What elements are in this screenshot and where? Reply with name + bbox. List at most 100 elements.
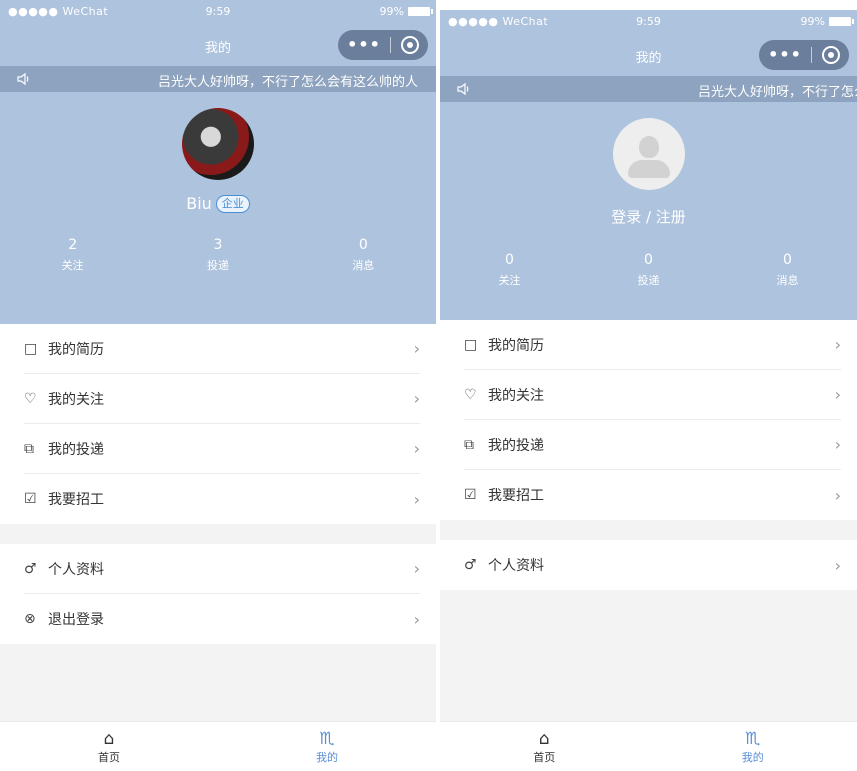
stat-delivered[interactable]: 3 投递	[145, 237, 290, 273]
chevron-right-icon: ›	[834, 335, 841, 354]
menu-item-deliveries[interactable]: ⧉ 我的投递 ›	[464, 420, 841, 470]
stat-label: 投递	[206, 259, 229, 272]
avatar[interactable]	[182, 108, 254, 180]
login-register-link[interactable]: 登录 / 注册	[440, 206, 857, 227]
chevron-right-icon: ›	[834, 385, 841, 404]
user-silhouette-icon	[638, 136, 659, 158]
stat-value: 0	[358, 237, 368, 253]
stat-follow[interactable]: 0 关注	[440, 252, 579, 288]
resume-icon: □	[24, 340, 38, 357]
cart-icon: ⧉	[464, 436, 474, 453]
stat-messages[interactable]: 0 消息	[291, 237, 436, 273]
user-silhouette-body	[627, 160, 670, 178]
menu-item-label: 我的简历	[488, 337, 544, 354]
menu-group-main: □ 我的简历 › ♡ 我的关注 › ⧉ 我的投递 › ☑ 我要招工 ›	[0, 324, 436, 524]
battery-icon	[829, 17, 854, 26]
stat-value: 0	[505, 252, 514, 268]
menu-item-label: 个人资料	[488, 558, 544, 574]
miniprogram-capsule: •••	[759, 40, 849, 70]
stat-label: 消息	[352, 259, 375, 272]
menu-item-logout[interactable]: ⊗ 退出登录 ›	[24, 594, 420, 644]
target-icon	[400, 36, 419, 54]
stats-row: 0 关注 0 投递 0 消息	[440, 252, 857, 288]
menu-item-label: 个人资料	[48, 561, 104, 578]
chevron-right-icon: ›	[834, 435, 841, 454]
home-icon: ⌂	[103, 728, 115, 749]
notice-bar: 吕光大人好帅呀，不行了怎么会有这么帅的人	[0, 66, 436, 92]
cart-icon: ⧉	[24, 440, 34, 457]
notice-text: 吕光大人好帅呀，不行了怎么会有这么帅的人	[698, 85, 857, 100]
stat-delivered[interactable]: 0 投递	[579, 252, 718, 288]
user-icon: ♂	[464, 557, 477, 573]
tab-mine[interactable]: ♏ 我的	[218, 722, 436, 771]
tab-bar: ⌂ 首页 ♏ 我的	[440, 721, 857, 771]
chevron-right-icon: ›	[413, 609, 420, 629]
menu-item-following[interactable]: ♡ 我的关注 ›	[24, 374, 420, 424]
menu-item-deliveries[interactable]: ⧉ 我的投递 ›	[24, 424, 420, 474]
battery-percent: 99%	[379, 5, 404, 18]
chevron-right-icon: ›	[834, 555, 841, 575]
default-avatar[interactable]	[612, 118, 685, 190]
stat-label: 关注	[498, 274, 521, 287]
menu-item-label: 我的投递	[488, 437, 544, 454]
chevron-right-icon: ›	[413, 489, 420, 509]
people-icon: ♏	[745, 728, 761, 749]
heart-icon: ♡	[24, 390, 37, 407]
close-circle-icon: ⊗	[24, 611, 36, 627]
stat-label: 关注	[61, 259, 84, 272]
chevron-right-icon: ›	[413, 439, 420, 458]
menu-item-hire[interactable]: ☑ 我要招工 ›	[464, 470, 841, 520]
enterprise-badge: 企业	[215, 195, 250, 213]
menu-item-label: 我的关注	[48, 391, 104, 408]
checkbox-icon: ☑	[24, 491, 37, 507]
profile-header: 登录 / 注册 0 关注 0 投递 0 消息	[440, 102, 857, 320]
resume-icon: □	[464, 336, 478, 353]
speaker-icon	[456, 81, 472, 101]
profile-header: Biu 企业 2 关注 3 投递 0 消息	[0, 92, 436, 324]
tab-home[interactable]: ⌂ 首页	[440, 722, 649, 771]
menu-item-profile[interactable]: ♂ 个人资料 ›	[24, 544, 420, 594]
miniprogram-capsule: •••	[338, 30, 428, 60]
phone-screen-logged-out: ●●●●● WeChat 9:59 99% 我的 ••• 吕光大人好帅呀，不行了…	[440, 10, 857, 771]
username: Biu	[186, 194, 212, 213]
status-time: 9:59	[636, 15, 661, 28]
chevron-right-icon: ›	[413, 559, 420, 578]
more-menu-button[interactable]: •••	[759, 40, 811, 70]
home-icon: ⌂	[538, 728, 550, 749]
more-menu-button[interactable]: •••	[338, 30, 390, 60]
stat-value: 3	[213, 237, 223, 253]
stat-follow[interactable]: 2 关注	[0, 237, 145, 273]
battery-indicator: 99%	[379, 5, 433, 18]
tab-label: 我的	[316, 750, 338, 764]
menu-item-label: 我要招工	[48, 492, 104, 508]
menu-item-following[interactable]: ♡ 我的关注 ›	[464, 370, 841, 420]
menu-item-resume[interactable]: □ 我的简历 ›	[464, 320, 841, 370]
menu-group-main: □ 我的简历 › ♡ 我的关注 › ⧉ 我的投递 › ☑ 我要招工 ›	[440, 320, 857, 520]
status-bar: ●●●●● WeChat 9:59 99%	[440, 10, 857, 34]
tab-home[interactable]: ⌂ 首页	[0, 722, 218, 771]
menu-item-resume[interactable]: □ 我的简历 ›	[24, 324, 420, 374]
speaker-icon	[16, 71, 32, 91]
menu-item-hire[interactable]: ☑ 我要招工 ›	[24, 474, 420, 524]
close-miniprogram-button[interactable]	[391, 36, 428, 54]
status-bar: ●●●●● WeChat 9:59 99%	[0, 0, 436, 24]
menu-item-profile[interactable]: ♂ 个人资料 ›	[464, 540, 841, 590]
nav-bar: 我的 •••	[0, 24, 436, 66]
nav-bar: 我的 •••	[440, 34, 857, 76]
tab-label: 我的	[741, 750, 764, 764]
menu-item-label: 退出登录	[48, 612, 104, 628]
checkbox-icon: ☑	[464, 487, 477, 503]
stat-messages[interactable]: 0 消息	[718, 252, 857, 288]
notice-text: 吕光大人好帅呀，不行了怎么会有这么帅的人	[158, 75, 419, 90]
tab-mine[interactable]: ♏ 我的	[649, 722, 857, 771]
phone-screen-logged-in: ●●●●● WeChat 9:59 99% 我的 ••• 吕光大人好帅呀，不行了…	[0, 0, 436, 771]
menu-item-label: 我的简历	[48, 341, 104, 358]
stat-value: 0	[783, 252, 792, 268]
stat-value: 0	[644, 252, 653, 268]
notice-bar: 吕光大人好帅呀，不行了怎么会有这么帅的人	[440, 76, 857, 102]
close-miniprogram-button[interactable]	[812, 46, 849, 64]
tab-bar: ⌂ 首页 ♏ 我的	[0, 721, 436, 771]
menu-item-label: 我要招工	[488, 488, 544, 504]
